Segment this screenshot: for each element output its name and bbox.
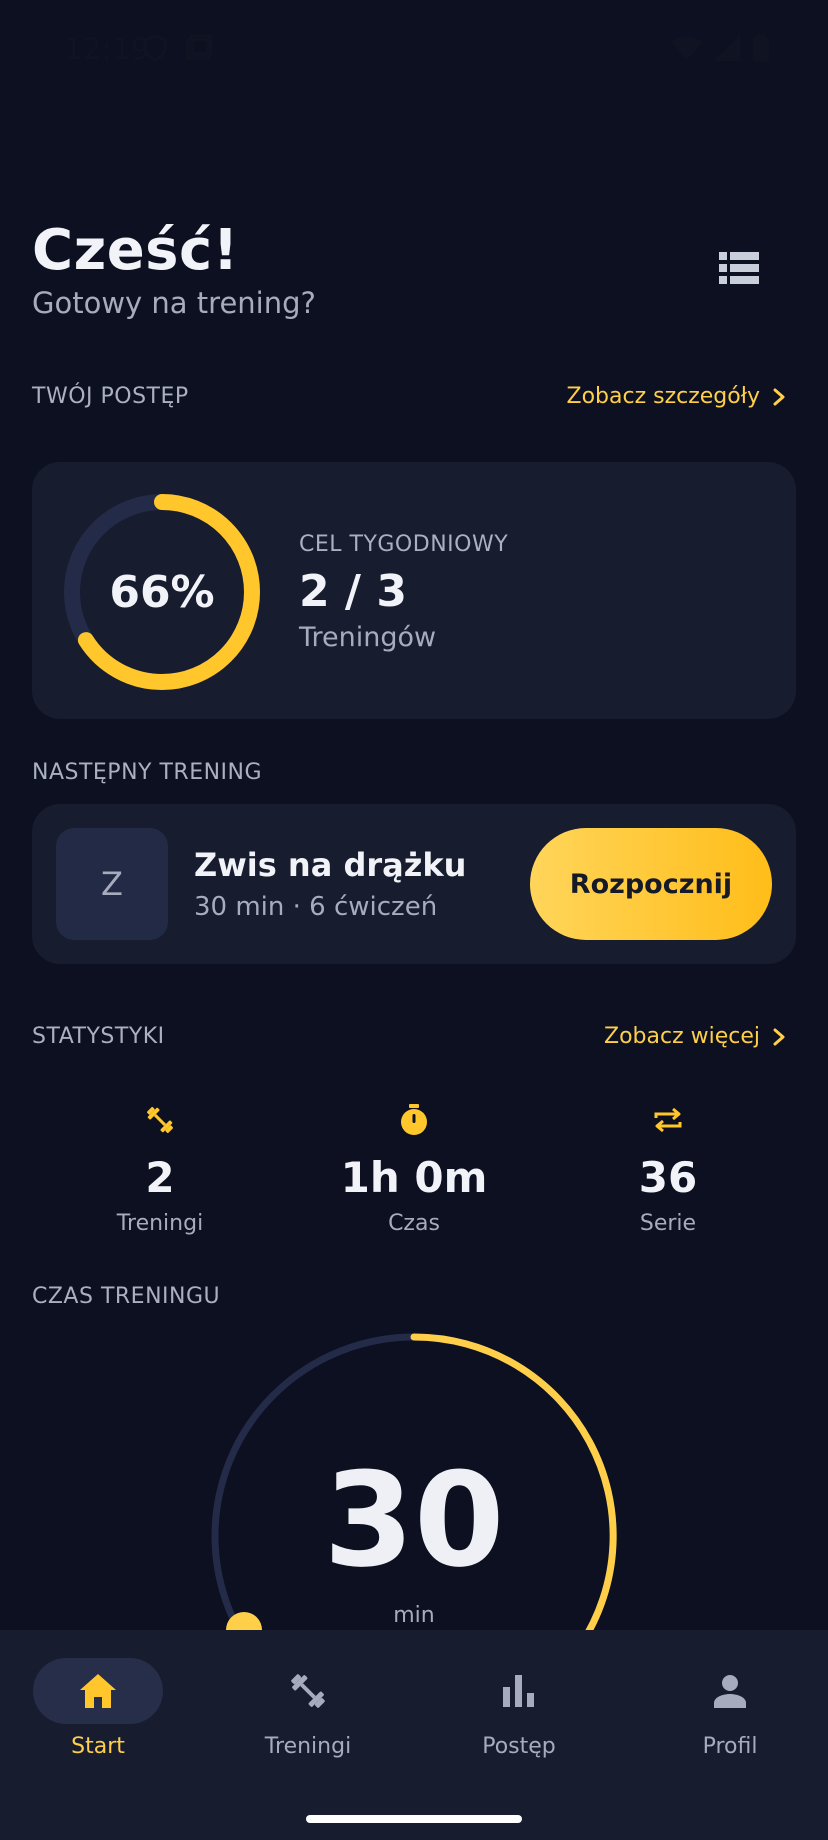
workout-meta: 30 min · 6 ćwiczeń [194, 892, 438, 922]
bar-chart-icon [503, 1675, 534, 1707]
weekly-goal-unit: Treningów [299, 622, 437, 653]
shield-icon [143, 34, 167, 62]
list-view-icon[interactable] [719, 252, 759, 284]
chevron-right-icon [773, 1028, 785, 1045]
nav-label-profile: Profil [702, 1734, 758, 1759]
weekly-goal-value: 2 / 3 [299, 566, 407, 617]
stat-sets: 36 Serie [568, 1103, 768, 1236]
stats-section-title: STATYSTYKI [32, 1024, 165, 1049]
stat-time-value: 1h 0m [340, 1153, 488, 1202]
stat-workouts-value: 2 [145, 1153, 175, 1202]
stats-more-link-label: Zobacz więcej [604, 1024, 760, 1049]
start-workout-button[interactable]: Rozpocznij [530, 828, 772, 940]
nav-item-profile[interactable]: Profil [640, 1658, 820, 1759]
nav-item-workouts[interactable]: Treningi [218, 1658, 398, 1759]
weekly-progress-card: 66% CEL TYGODNIOWY 2 / 3 Treningów [32, 462, 796, 719]
greeting-title: Cześć! [32, 218, 239, 283]
chevron-right-icon [773, 388, 785, 405]
repeat-icon [654, 1107, 682, 1133]
duration-value: 30 [323, 1444, 505, 1596]
stat-sets-value: 36 [638, 1153, 698, 1202]
workout-avatar: Z [56, 828, 168, 940]
nav-pill [665, 1658, 795, 1724]
progress-details-link[interactable]: Zobacz szczegóły [567, 384, 787, 409]
nav-pill [243, 1658, 373, 1724]
bottom-navigation: Start Treningi Postęp Profil [0, 1630, 828, 1840]
timer-icon [401, 1104, 427, 1135]
stat-time: 1h 0m Czas [314, 1103, 514, 1236]
stat-workouts-label: Treningi [116, 1211, 204, 1237]
nav-label-start: Start [71, 1734, 125, 1759]
dumbbell-icon [146, 1106, 174, 1134]
signal-icon [714, 35, 740, 61]
nav-label-workouts: Treningi [264, 1734, 352, 1759]
next-workout-section-title: NASTĘPNY TRENING [32, 760, 263, 785]
home-icon [80, 1674, 116, 1708]
duration-section-title: CZAS TRENINGU [32, 1284, 221, 1309]
battery-icon [753, 34, 769, 62]
nav-item-progress[interactable]: Postęp [429, 1658, 609, 1759]
status-time: 12:19 [64, 32, 151, 66]
stat-sets-label: Serie [639, 1211, 697, 1237]
wifi-icon [672, 36, 702, 60]
nav-label-progress: Postęp [482, 1734, 556, 1759]
greeting-subtitle: Gotowy na trening? [32, 286, 316, 320]
progress-section-title: TWÓJ POSTĘP [32, 384, 189, 409]
stat-workouts: 2 Treningi [60, 1103, 260, 1236]
next-workout-card[interactable]: Z Zwis na drążku 30 min · 6 ćwiczeń Rozp… [32, 804, 796, 964]
progress-percent: 66% [109, 566, 215, 618]
dumbbell-icon [291, 1674, 325, 1708]
home-indicator[interactable] [306, 1815, 522, 1823]
nav-pill [454, 1658, 584, 1724]
workout-name: Zwis na drążku [194, 846, 467, 884]
status-left-icons [142, 34, 212, 62]
status-bar: 12:19 [0, 0, 828, 100]
status-right-icons [672, 34, 770, 62]
progress-ring: 66% [62, 492, 262, 692]
stats-more-link[interactable]: Zobacz więcej [604, 1024, 786, 1049]
screenshot-icon [186, 34, 212, 60]
nav-pill [33, 1658, 163, 1724]
duration-unit: min [393, 1603, 435, 1628]
weekly-goal-label: CEL TYGODNIOWY [299, 532, 509, 557]
stat-time-label: Czas [388, 1211, 440, 1237]
person-icon [714, 1675, 746, 1708]
nav-item-start[interactable]: Start [8, 1658, 188, 1759]
progress-details-link-label: Zobacz szczegóły [566, 384, 761, 409]
